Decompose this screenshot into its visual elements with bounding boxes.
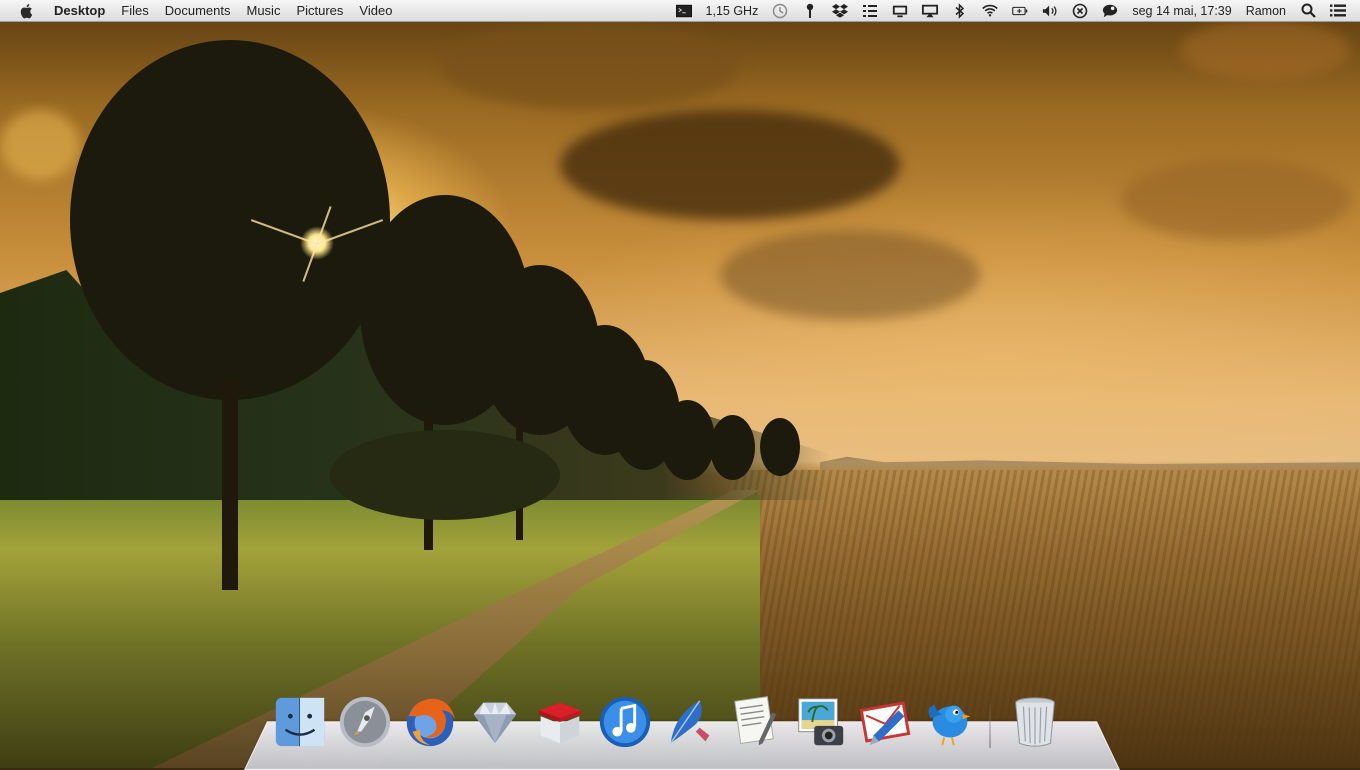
cloud (0, 110, 80, 180)
desktop-wallpaper (0, 0, 1360, 768)
airplay-icon[interactable] (922, 3, 939, 19)
menu-documents[interactable]: Documents (165, 0, 231, 22)
pin-icon[interactable] (802, 3, 818, 19)
display-icon[interactable] (892, 3, 908, 19)
cloud (720, 230, 980, 320)
tree (660, 400, 715, 480)
dropbox-icon[interactable] (832, 3, 849, 19)
tree (760, 418, 800, 476)
trash-icon[interactable] (1005, 692, 1065, 752)
volume-icon[interactable] (1042, 3, 1058, 19)
list-icon[interactable] (862, 3, 878, 19)
image-capture-icon[interactable] (790, 692, 850, 752)
mail-icon[interactable] (855, 692, 915, 752)
date-time[interactable]: seg 14 mai, 17:39 (1132, 4, 1231, 18)
firefox-icon[interactable] (400, 692, 460, 752)
menu-app-name[interactable]: Desktop (54, 0, 105, 22)
dock (270, 686, 1070, 752)
twitter-bird-icon[interactable] (920, 692, 980, 752)
dock-separator (989, 704, 991, 748)
battery-icon[interactable] (1012, 3, 1028, 19)
close-circle-icon[interactable] (1072, 3, 1088, 19)
tree (70, 40, 390, 400)
bush (330, 430, 560, 520)
menu-music[interactable]: Music (247, 0, 281, 22)
cpu-frequency[interactable]: 1,15 GHz (706, 4, 759, 18)
cloud (1180, 20, 1350, 80)
time-machine-icon[interactable] (772, 3, 788, 19)
bluetooth-icon[interactable] (952, 2, 968, 19)
cloud (1120, 160, 1350, 240)
package-box-icon[interactable] (530, 692, 590, 752)
search-icon[interactable] (1300, 3, 1316, 19)
wifi-icon[interactable] (982, 3, 999, 19)
feather-pen-icon[interactable] (660, 692, 720, 752)
finder-icon[interactable] (270, 692, 330, 752)
cloud (440, 20, 740, 110)
text-editor-icon[interactable] (725, 692, 785, 752)
sketch-icon[interactable] (465, 692, 525, 752)
menu-video[interactable]: Video (359, 0, 392, 22)
terminal-icon[interactable] (675, 3, 692, 19)
tree-trunk (222, 380, 238, 590)
menu-files[interactable]: Files (121, 0, 148, 22)
launchpad-icon[interactable] (335, 692, 395, 752)
user-name[interactable]: Ramon (1246, 4, 1286, 18)
apple-logo-icon[interactable] (18, 3, 34, 19)
menu-icon[interactable] (1330, 3, 1346, 19)
menu-bar: Desktop Files Documents Music Pictures V… (0, 0, 1360, 22)
tree (710, 415, 755, 480)
menu-pictures[interactable]: Pictures (296, 0, 343, 22)
cloud (560, 110, 900, 220)
chat-icon[interactable] (1102, 3, 1118, 19)
itunes-icon[interactable] (595, 692, 655, 752)
status-area: 1,15 GHz seg 14 mai, 17:39 Ramon (669, 0, 1360, 22)
